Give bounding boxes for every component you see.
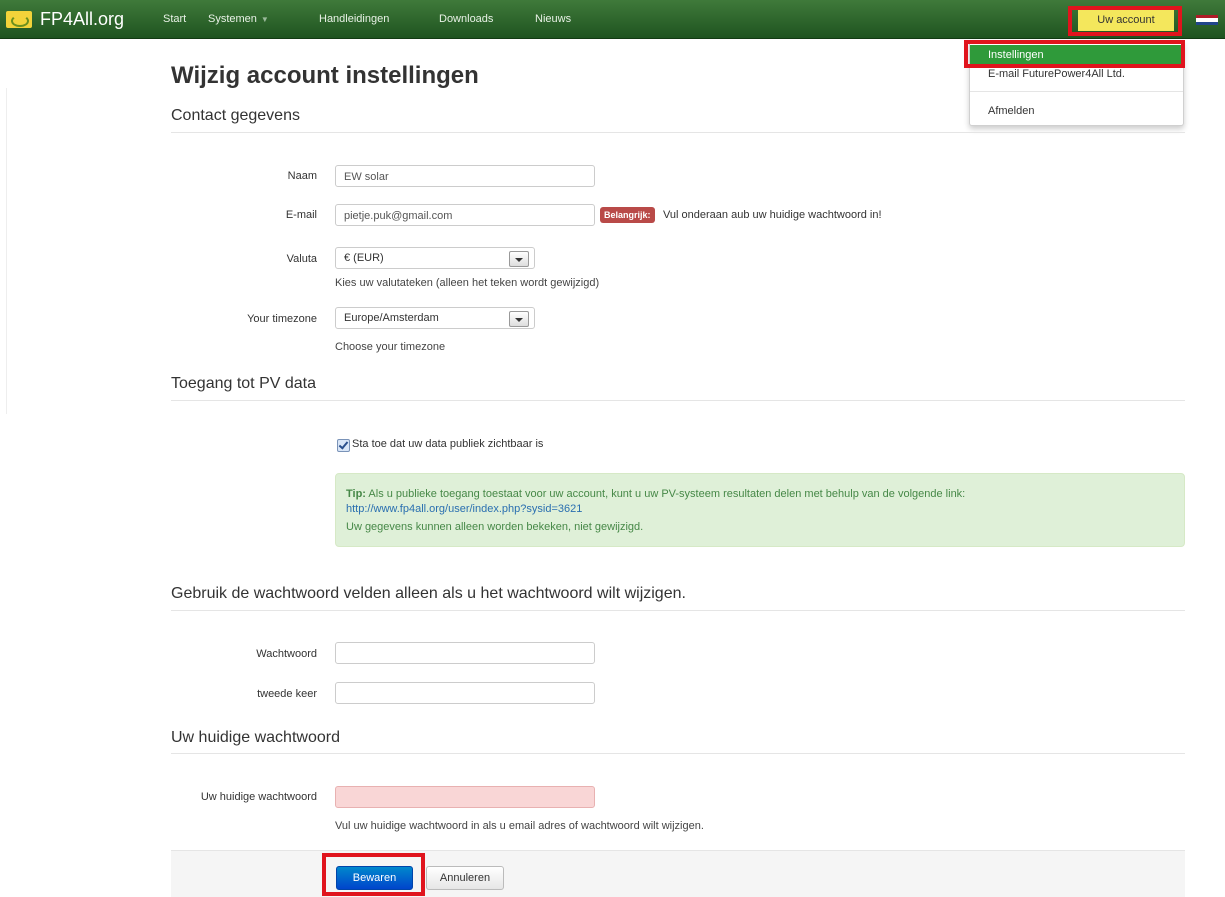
divider: [171, 400, 1185, 401]
chevron-down-icon: [509, 251, 529, 267]
nav-nieuws[interactable]: Nieuws: [535, 13, 571, 25]
tip-note: Uw gegevens kunnen alleen worden bekeken…: [346, 521, 644, 533]
current-password-label: Uw huidige wachtwoord: [200, 791, 317, 803]
current-password-help: Vul uw huidige wachtwoord in als u email…: [335, 820, 704, 832]
divider: [171, 132, 1185, 133]
nav-start[interactable]: Start: [163, 13, 186, 25]
currency-help: Kies uw valutateken (alleen het teken wo…: [335, 277, 600, 289]
important-badge: Belangrijk:: [600, 207, 655, 223]
important-text: Vul onderaan aub uw huidige wachtwoord i…: [663, 209, 882, 221]
nav-systemen-label: Systemen: [208, 13, 257, 25]
tip-label: Tip:: [346, 488, 366, 500]
chevron-down-icon: [509, 311, 529, 327]
email-label: E-mail: [285, 209, 317, 221]
dropdown-divider: [970, 91, 1183, 92]
brand-text: FP4All.org: [40, 8, 125, 29]
brand-link[interactable]: FP4All.org: [6, 8, 124, 30]
timezone-value: Europe/Amsterdam: [344, 312, 439, 324]
dutch-flag-icon[interactable]: [1196, 15, 1218, 25]
legend-password: Gebruik de wachtwoord velden alleen als …: [171, 585, 686, 602]
password2-label: tweede keer: [257, 688, 317, 700]
timezone-select[interactable]: Europe/Amsterdam: [335, 307, 535, 329]
currency-label: Valuta: [286, 253, 317, 265]
current-password-input[interactable]: [335, 786, 595, 808]
currency-value: € (EUR): [344, 252, 384, 264]
public-checkbox[interactable]: [337, 439, 350, 452]
tip-link[interactable]: http://www.fp4all.org/user/index.php?sys…: [346, 503, 582, 515]
highlight-instellingen: [964, 40, 1185, 68]
brand-logo-icon: [6, 10, 32, 28]
nav-systemen[interactable]: Systemen ▼: [208, 13, 269, 25]
chevron-down-icon: ▼: [260, 15, 269, 24]
public-checkbox-label[interactable]: Sta toe dat uw data publiek zichtbaar is: [352, 438, 543, 450]
legend-pv: Toegang tot PV data: [171, 375, 316, 392]
password2-input[interactable]: [335, 682, 595, 704]
divider: [171, 610, 1185, 611]
left-divider: [6, 88, 7, 414]
cancel-button[interactable]: Annuleren: [426, 866, 504, 890]
legend-contact: Contact gegevens: [171, 107, 300, 124]
name-label: Naam: [287, 170, 317, 182]
legend-current: Uw huidige wachtwoord: [171, 729, 340, 746]
timezone-label: Your timezone: [247, 313, 317, 325]
nav-downloads[interactable]: Downloads: [439, 13, 493, 25]
highlight-save: [322, 853, 425, 896]
name-input[interactable]: EW solar: [335, 165, 595, 187]
dropdown-item-afmelden[interactable]: Afmelden: [970, 105, 1183, 117]
currency-select[interactable]: € (EUR): [335, 247, 535, 269]
divider: [171, 753, 1185, 754]
tip-text: Als u publieke toegang toestaat voor uw …: [368, 488, 966, 500]
password-label: Wachtwoord: [256, 648, 317, 660]
tip-alert: Tip: Als u publieke toegang toestaat voo…: [335, 473, 1185, 547]
tip-line: Tip: Als u publieke toegang toestaat voo…: [346, 488, 965, 500]
page-title: Wijzig account instellingen: [171, 62, 479, 89]
password-input[interactable]: [335, 642, 595, 664]
highlight-account: [1068, 6, 1182, 36]
email-input[interactable]: pietje.puk@gmail.com: [335, 204, 595, 226]
timezone-help: Choose your timezone: [335, 341, 446, 353]
dropdown-item-email[interactable]: E-mail FuturePower4All Ltd.: [970, 68, 1183, 80]
top-navbar: FP4All.org Start Systemen ▼ Handleidingen…: [0, 0, 1225, 39]
nav-handleidingen[interactable]: Handleidingen: [319, 13, 389, 25]
